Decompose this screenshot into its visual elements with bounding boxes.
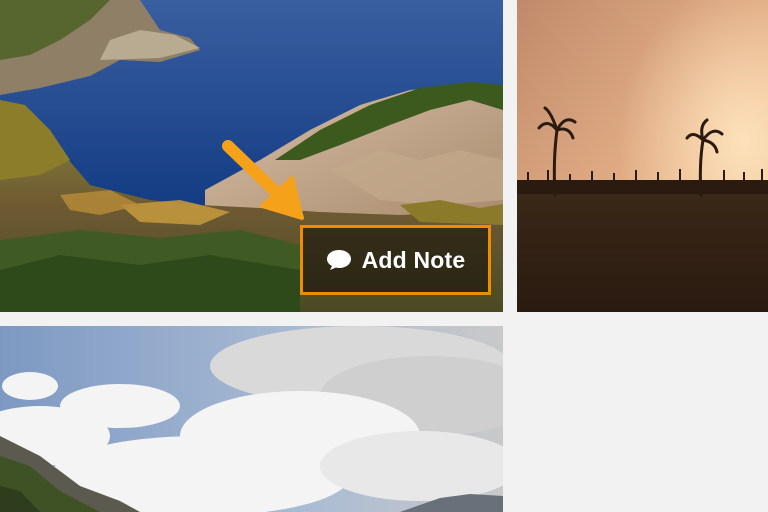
palm-sunset-image <box>517 0 768 312</box>
speech-bubble-icon <box>326 250 351 270</box>
photo-tile-coastal-cliffs[interactable]: Add Note <box>0 0 503 312</box>
photo-tile-clouded-sky[interactable] <box>0 326 503 512</box>
add-note-button[interactable]: Add Note <box>300 225 491 295</box>
photo-tile-palm-sunset[interactable] <box>517 0 768 312</box>
add-note-label: Add Note <box>361 246 466 273</box>
clouded-sky-image <box>0 326 503 512</box>
